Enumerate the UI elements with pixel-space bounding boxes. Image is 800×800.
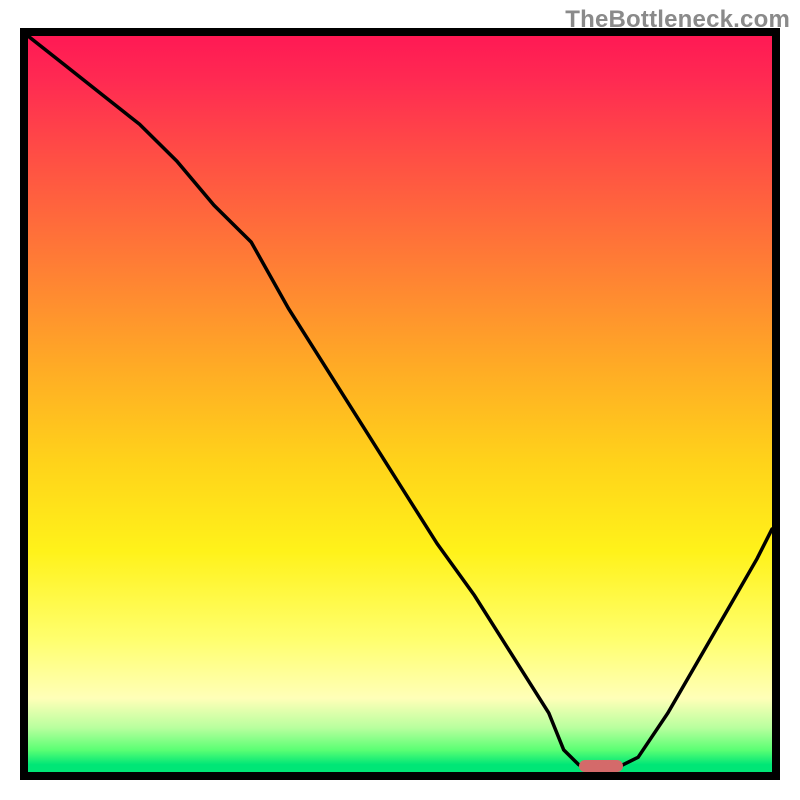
- watermark-text: TheBottleneck.com: [565, 6, 790, 34]
- optimal-marker: [579, 760, 624, 772]
- curve-path: [28, 36, 772, 772]
- bottleneck-curve: [28, 36, 772, 772]
- chart-frame: [20, 28, 780, 780]
